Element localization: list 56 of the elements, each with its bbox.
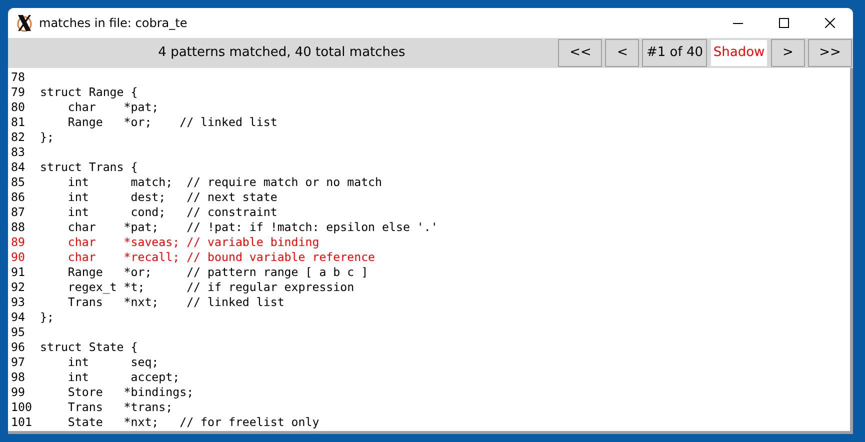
match-counter: #1 of 40 <box>642 39 707 67</box>
line-number: 80 <box>10 100 26 115</box>
nav-button[interactable]: < <box>605 39 640 67</box>
code-line: int dest; // next state <box>66 190 278 205</box>
code-line: char *pat; // !pat: if !match: epsilon else '.' <box>66 220 438 235</box>
code-line: int accept; <box>66 370 180 385</box>
line-number: 97 <box>10 355 26 370</box>
code-line: State *nxt; // for freelist only <box>66 415 320 430</box>
nav-button[interactable]: << <box>558 39 602 67</box>
line-number: 91 <box>10 265 26 280</box>
line-number: 87 <box>10 205 26 220</box>
code-line: struct Range { <box>40 85 138 100</box>
match-status: 4 patterns matched, 40 total matches <box>158 44 406 62</box>
code-line: int cond; // constraint <box>66 205 278 220</box>
code-line: char *saveas; // variable binding <box>66 235 320 250</box>
code-line: Range *or; // linked list <box>66 115 278 130</box>
maximize-icon <box>779 18 789 28</box>
code-line: }; <box>40 310 54 325</box>
code-line: Trans *nxt; // linked list <box>66 295 284 310</box>
line-number: 84 <box>10 160 26 175</box>
code-line: char *pat; <box>66 100 159 115</box>
line-number: 93 <box>10 295 26 310</box>
code-line: Range *or; // pattern range [ a b c ] <box>66 265 368 280</box>
close-icon <box>825 18 835 28</box>
line-number: 100 <box>10 400 33 415</box>
nav-button[interactable]: > <box>771 39 805 67</box>
code-line: struct State { <box>40 340 138 355</box>
code-line: Store *bindings; <box>66 385 194 400</box>
line-number: 86 <box>10 190 26 205</box>
line-number: 88 <box>10 220 26 235</box>
shadow-button[interactable]: Shadow <box>710 39 768 67</box>
line-number: 94 <box>10 310 26 325</box>
code-line: Trans *trans; <box>66 400 173 415</box>
line-number: 99 <box>10 385 26 400</box>
line-number: 92 <box>10 280 26 295</box>
code-line: int match; // require match or no match <box>66 175 382 190</box>
line-number: 83 <box>10 145 26 160</box>
window-title: matches in file: cobra_te <box>39 15 188 32</box>
line-number: 85 <box>10 175 26 190</box>
line-number: 81 <box>10 115 26 130</box>
code-line: int seq; <box>66 355 159 370</box>
line-number: 78 <box>10 70 26 85</box>
line-number: 95 <box>10 325 26 340</box>
line-number: 79 <box>10 85 26 100</box>
line-number: 90 <box>10 250 26 265</box>
code-line: char *recall; // bound variable reference <box>66 250 376 265</box>
code-line: regex_t *t; // if regular expression <box>66 280 354 295</box>
line-number: 82 <box>10 130 26 145</box>
line-number: 96 <box>10 340 26 355</box>
app-logo-icon <box>16 14 33 32</box>
line-number: 101 <box>10 415 33 430</box>
line-number: 98 <box>10 370 26 385</box>
code-line: struct Trans { <box>40 160 138 175</box>
code-line: }; <box>40 130 54 145</box>
nav-button[interactable]: >> <box>808 39 852 67</box>
line-number: 89 <box>10 235 26 250</box>
